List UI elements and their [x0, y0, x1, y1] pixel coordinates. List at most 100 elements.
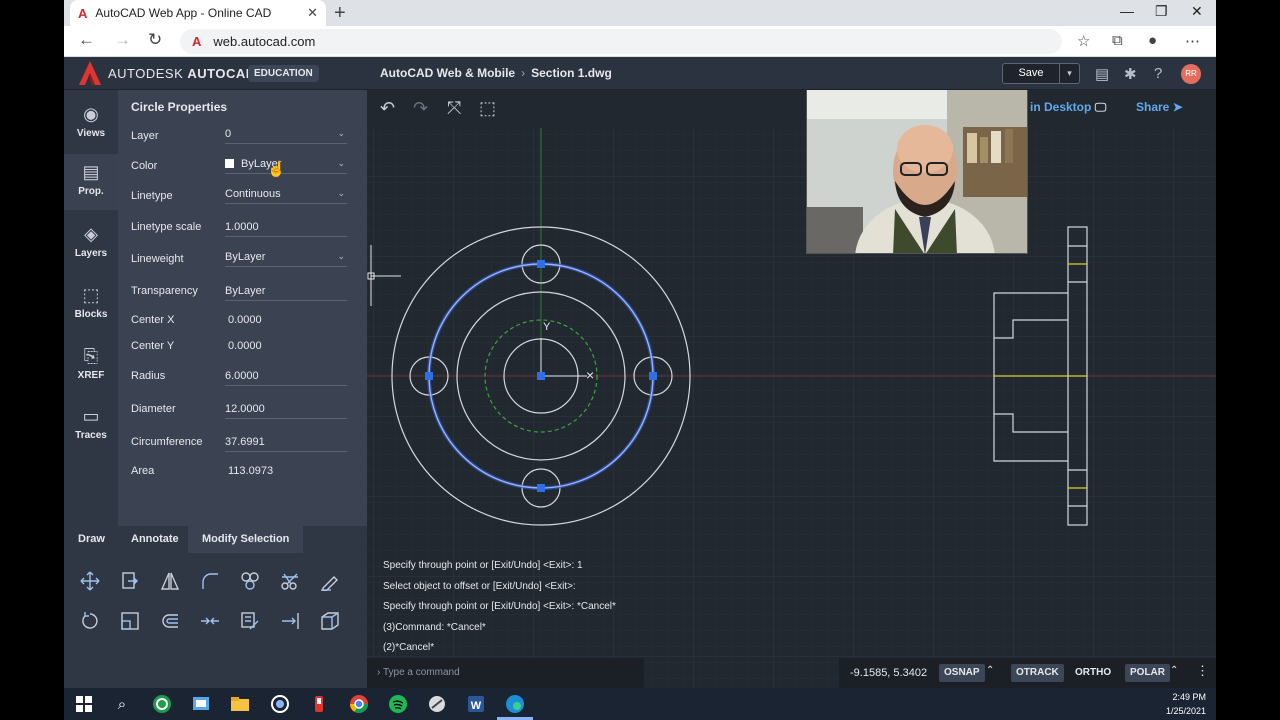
diameter-field[interactable]: 12.0000 [225, 403, 347, 419]
properties-icon: ▤ [82, 162, 100, 182]
layer-select[interactable]: 0 ⌄ [225, 128, 347, 144]
zoom-extents-icon[interactable]: ⤧ [447, 98, 461, 119]
3d-box-icon[interactable] [315, 606, 345, 636]
traces-icon: ▭ [82, 406, 100, 426]
lineweight-select[interactable]: ByLayer ⌄ [225, 251, 347, 267]
share-button[interactable]: Share ➤ [1136, 100, 1183, 114]
education-badge: EDUCATION [248, 65, 319, 82]
match-properties-icon[interactable] [315, 566, 345, 596]
open-in-desktop-link[interactable]: in Desktop 🖵 [1030, 100, 1106, 115]
clock-time: 2:49 PM [1172, 692, 1206, 702]
circle-app-icon[interactable] [268, 692, 292, 716]
site-favicon: A [192, 34, 202, 49]
prop-label-lineweight: Lineweight [131, 253, 184, 265]
forward-icon[interactable]: → [114, 30, 131, 50]
polar-toggle[interactable]: POLAR [1125, 664, 1170, 682]
search-icon[interactable]: ⌕ [110, 692, 134, 716]
prop-label-linetype: Linetype [131, 190, 173, 202]
undo-icon[interactable]: ↶ [380, 98, 395, 119]
new-tab-button[interactable]: + [334, 2, 346, 25]
more-options-icon[interactable]: ⋮ [1196, 663, 1209, 679]
mirror-icon[interactable] [155, 566, 185, 596]
prop-label-radius: Radius [131, 370, 166, 382]
windows-taskbar: ⌕ W 2:49 PM 1/25/2021 [64, 688, 1216, 720]
command-line: (2)*Cancel* [383, 642, 435, 653]
tab-annotate[interactable]: Annotate [117, 526, 193, 553]
back-icon[interactable]: ← [78, 30, 95, 50]
trim-icon[interactable] [275, 566, 305, 596]
copy-icon[interactable] [115, 566, 145, 596]
prop-label-linetype-scale: Linetype scale [131, 221, 202, 233]
minimize-icon[interactable]: — [1120, 3, 1134, 19]
tab-draw[interactable]: Draw [64, 526, 119, 553]
address-bar[interactable]: A web.autocad.com [180, 29, 1062, 54]
gear-icon[interactable]: ✱ [1124, 65, 1137, 83]
rail-layers[interactable]: ◈ Layers [64, 224, 118, 259]
offset-icon[interactable] [155, 606, 185, 636]
rail-views[interactable]: ◉ Views [64, 104, 118, 139]
extend-icon[interactable] [275, 606, 305, 636]
chrome-icon[interactable] [347, 692, 371, 716]
save-button[interactable]: Save [1002, 63, 1060, 84]
taskbar-clock[interactable]: 2:49 PM 1/25/2021 [1166, 690, 1206, 718]
edge-icon[interactable] [503, 692, 527, 716]
window-close-icon[interactable]: ✕ [1191, 3, 1203, 20]
linetype-scale-field[interactable]: 1.0000 [225, 221, 347, 237]
properties-title: Circle Properties [131, 100, 228, 114]
linetype-select[interactable]: Continuous ⌄ [225, 188, 347, 204]
circumference-field[interactable]: 37.6991 [225, 436, 347, 452]
star-icon[interactable]: ☆ [1077, 32, 1090, 50]
ortho-toggle[interactable]: ORTHO [1070, 664, 1116, 682]
radius-field[interactable]: 6.0000 [225, 370, 347, 386]
rail-traces[interactable]: ▭ Traces [64, 406, 118, 441]
rotate-icon[interactable] [75, 606, 105, 636]
collections-icon[interactable]: ⧉ [1112, 32, 1123, 49]
rail-blocks[interactable]: ⬚ Blocks [64, 285, 118, 320]
app-icon[interactable] [425, 692, 449, 716]
polar-chevron-up-icon[interactable]: ⌃ [1170, 665, 1178, 676]
osnap-chevron-up-icon[interactable]: ⌃ [986, 665, 994, 676]
profile-icon[interactable]: ● [1148, 32, 1157, 49]
move-icon[interactable] [75, 566, 105, 596]
join-icon[interactable] [195, 606, 225, 636]
reload-icon[interactable]: ↻ [148, 30, 162, 50]
osnap-toggle[interactable]: OSNAP [939, 664, 985, 682]
windows-start-icon[interactable] [72, 692, 96, 716]
color-swatch [225, 159, 234, 168]
save-dropdown-chevron-icon[interactable]: ▾ [1060, 63, 1080, 84]
edit-icon[interactable] [235, 606, 265, 636]
color-select[interactable]: ByLayer ⌄ [225, 158, 347, 174]
maximize-icon[interactable]: ❐ [1155, 3, 1168, 20]
rail-properties[interactable]: ▤ Prop. [64, 154, 118, 210]
help-icon[interactable]: ? [1154, 65, 1162, 82]
browser-tab[interactable]: A AutoCAD Web App - Online CAD ✕ [70, 0, 326, 26]
scale-icon[interactable] [115, 606, 145, 636]
transparency-field[interactable]: ByLayer [225, 285, 347, 301]
tab-modify-selection[interactable]: Modify Selection [188, 526, 304, 553]
spotify-icon[interactable] [386, 692, 410, 716]
monitor-icon: 🖵 [1094, 100, 1107, 114]
word-icon[interactable]: W [464, 692, 488, 716]
otrack-toggle[interactable]: OTRACK [1011, 664, 1064, 682]
tab-title: AutoCAD Web App - Online CAD [95, 6, 272, 20]
rail-xref[interactable]: ⎘ XREF [64, 346, 118, 381]
array-icon[interactable] [235, 566, 265, 596]
command-input[interactable]: › Type a command [367, 658, 644, 688]
close-tab-icon[interactable]: ✕ [307, 5, 318, 21]
command-history: Specify through point or [Exit/Undo] <Ex… [383, 556, 616, 659]
fillet-icon[interactable] [195, 566, 225, 596]
prop-label-center-y: Center Y [131, 340, 175, 352]
avatar[interactable]: RR [1181, 64, 1201, 84]
snip-icon[interactable] [189, 692, 213, 716]
app-icon[interactable] [150, 692, 174, 716]
command-line: Specify through point or [Exit/Undo] <Ex… [383, 601, 616, 612]
file-explorer-icon[interactable] [228, 692, 252, 716]
more-icon[interactable]: ⋯ [1185, 32, 1200, 50]
zoom-window-icon[interactable]: ⬚ [479, 98, 496, 119]
drawing-canvas[interactable]: Y × ↶ ↷ ⤧ ⬚ in Desktop 🖵 Share ➤ Specify… [367, 90, 1216, 688]
print-icon[interactable]: ▤ [1095, 65, 1109, 83]
redo-icon[interactable]: ↷ [413, 98, 428, 119]
breadcrumb-root[interactable]: AutoCAD Web & Mobile [380, 66, 515, 80]
xref-icon: ⎘ [83, 346, 99, 366]
pen-app-icon[interactable] [307, 692, 331, 716]
